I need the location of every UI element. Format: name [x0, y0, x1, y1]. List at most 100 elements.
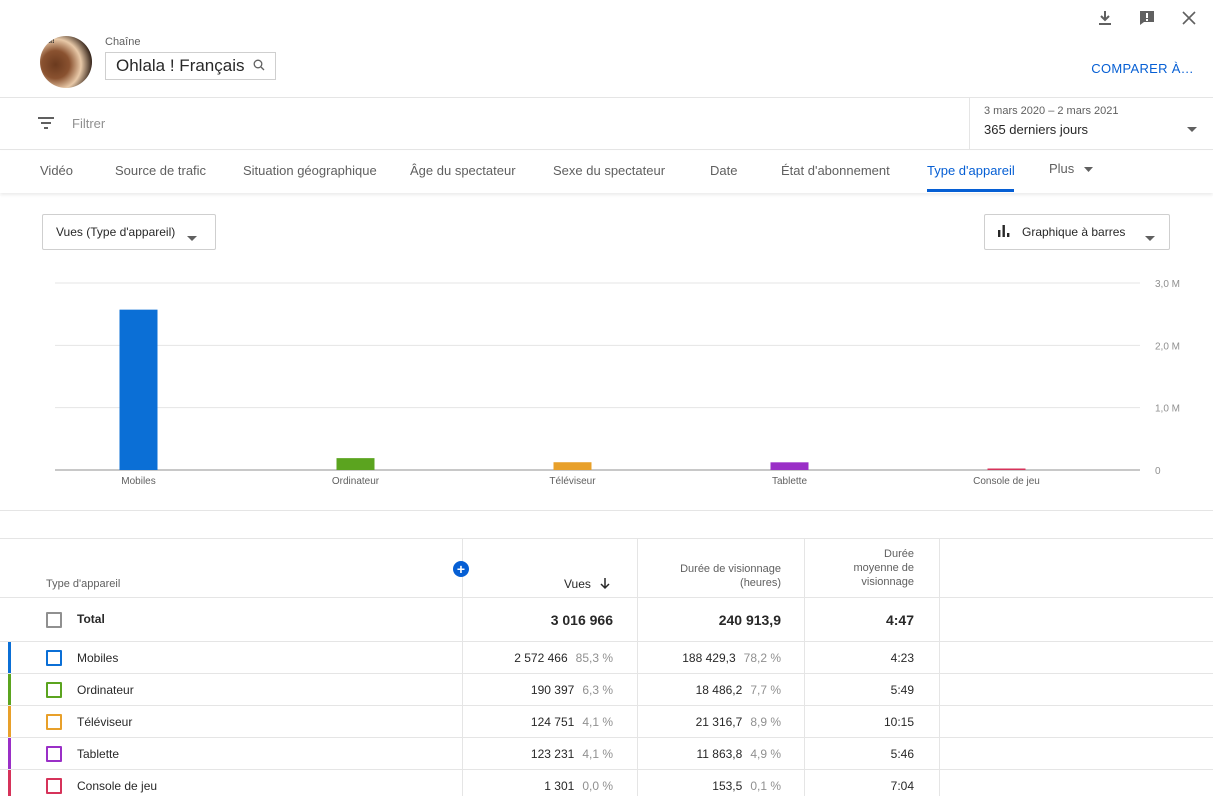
- row-watch-pct: 78,2 %: [743, 651, 781, 665]
- compare-button[interactable]: COMPARER À…: [1091, 61, 1194, 76]
- filter-icon[interactable]: [38, 116, 54, 134]
- caret-down-icon: [187, 230, 197, 244]
- row-avg-watch: 5:49: [890, 683, 914, 697]
- total-avg-watch: 4:47: [885, 612, 914, 628]
- row-checkbox[interactable]: [46, 714, 62, 730]
- search-icon: [253, 56, 265, 76]
- header-avg-line2: moyenne de: [853, 562, 914, 574]
- date-range-picker[interactable]: 3 mars 2020 – 2 mars 2021 365 derniers j…: [969, 98, 1213, 149]
- row-watch-time: 153,5 0,1 %: [712, 779, 781, 793]
- row-views: 124 751 4,1 %: [531, 715, 613, 729]
- table-row: Mobiles 2 572 466 85,3 % 188 429,3 78,2 % 4:2…: [0, 642, 1213, 674]
- divider: [0, 510, 1213, 511]
- tab-bar: Vidéo Source de trafic Situation géograp…: [0, 151, 1213, 193]
- row-device-name: Téléviseur: [77, 715, 133, 729]
- row-checkbox[interactable]: [46, 746, 62, 762]
- row-watch-value: 188 429,3: [682, 651, 736, 665]
- table-row: Ordinateur 190 397 6,3 % 18 486,2 7,7 % 5:49: [0, 674, 1213, 706]
- row-checkbox[interactable]: [46, 778, 62, 794]
- row-watch-pct: 7,7 %: [750, 683, 781, 697]
- tab-geography[interactable]: Situation géographique: [243, 163, 377, 178]
- tab-subscription-status[interactable]: État d'abonnement: [781, 163, 890, 178]
- bar-Console de jeu[interactable]: [987, 468, 1026, 471]
- header-device-type[interactable]: Type d'appareil: [46, 578, 120, 590]
- total-checkbox[interactable]: [46, 612, 62, 628]
- row-device-name: Console de jeu: [77, 779, 158, 793]
- feedback-icon[interactable]: [1137, 8, 1157, 28]
- row-views: 190 397 6,3 %: [531, 683, 613, 697]
- series-color-bar: [8, 770, 11, 796]
- bar-Téléviseur[interactable]: [553, 462, 592, 470]
- row-checkbox[interactable]: [46, 682, 62, 698]
- download-icon[interactable]: [1095, 8, 1115, 28]
- row-views-pct: 4,1 %: [582, 747, 613, 761]
- x-tick-label: Téléviseur: [549, 476, 596, 487]
- row-views: 2 572 466 85,3 %: [514, 651, 613, 665]
- row-views-value: 2 572 466: [514, 651, 568, 665]
- bar-chart-icon: [998, 224, 1012, 240]
- row-views-value: 123 231: [530, 747, 575, 761]
- row-watch-value: 153,5: [712, 779, 743, 793]
- close-icon[interactable]: [1179, 8, 1199, 28]
- table-row: Téléviseur 124 751 4,1 % 21 316,7 8,9 % 10:15: [0, 706, 1213, 738]
- tab-viewer-gender[interactable]: Sexe du spectateur: [553, 163, 665, 178]
- header-watch-time[interactable]: Durée de visionnage (heures): [680, 562, 781, 590]
- tab-traffic-source[interactable]: Source de trafic: [115, 163, 206, 178]
- filter-input[interactable]: Filtrer: [72, 116, 105, 131]
- device-type-bar-chart: 0 1,0 M 2,0 M 3,0 M Mobiles Ordinateur Télévis…: [55, 279, 1180, 487]
- row-views-value: 190 397: [530, 683, 575, 697]
- row-watch-pct: 4,9 %: [750, 747, 781, 761]
- row-checkbox[interactable]: [46, 650, 62, 666]
- header-avg-line3: visionnage: [861, 576, 914, 588]
- bar-Tablette[interactable]: [770, 462, 809, 470]
- tab-device-type[interactable]: Type d'appareil: [927, 163, 1015, 178]
- filter-bar: Filtrer 3 mars 2020 – 2 mars 2021 365 de…: [0, 97, 1213, 150]
- total-watch-time: 240 913,9: [718, 612, 781, 628]
- header-avg-watch-time[interactable]: Durée moyenne de visionnage: [853, 547, 914, 589]
- series-color-bar: [8, 738, 11, 769]
- row-watch-time: 18 486,2 7,7 %: [696, 683, 781, 697]
- avatar: ölll!: [40, 36, 92, 88]
- metric-dropdown[interactable]: Vues (Type d'appareil): [42, 214, 216, 250]
- series-color-bar: [8, 706, 11, 737]
- bar-Mobiles[interactable]: [119, 309, 158, 470]
- row-avg-watch: 7:04: [890, 779, 914, 793]
- header-views[interactable]: Vues: [564, 577, 610, 591]
- channel-header: ölll! Chaîne Ohlala ! Français: [40, 36, 276, 88]
- top-toolbar: [1095, 8, 1199, 28]
- row-device-name: Ordinateur: [77, 683, 134, 697]
- caret-down-icon: [1145, 230, 1155, 244]
- tab-video[interactable]: Vidéo: [40, 163, 73, 178]
- metric-dropdown-label: Vues (Type d'appareil): [56, 225, 176, 239]
- tab-more[interactable]: Plus: [1049, 161, 1093, 176]
- row-device-name: Tablette: [77, 747, 120, 761]
- y-tick-label: 0: [1155, 466, 1161, 477]
- table-row: Console de jeu 1 301 0,0 % 153,5 0,1 % 7:04: [0, 770, 1213, 796]
- table-header: Type d'appareil + Vues Durée de visionna…: [0, 538, 1213, 599]
- tab-viewer-age[interactable]: Âge du spectateur: [410, 163, 516, 178]
- row-views-pct: 6,3 %: [582, 683, 613, 697]
- series-color-bar: [8, 642, 11, 673]
- y-tick-label: 1,0 M: [1155, 404, 1180, 415]
- sort-down-arrow-icon: [600, 578, 610, 590]
- row-watch-time: 21 316,7 8,9 %: [696, 715, 781, 729]
- y-tick-label: 2,0 M: [1155, 341, 1180, 352]
- row-avg-watch: 5:46: [890, 747, 914, 761]
- row-views-value: 1 301: [544, 779, 575, 793]
- table-row-total: Total 3 016 966 240 913,9 4:47: [0, 598, 1213, 642]
- header-watch-time-line1: Durée de visionnage: [680, 563, 781, 575]
- row-watch-time: 188 429,3 78,2 %: [682, 651, 781, 665]
- add-metric-icon[interactable]: +: [453, 561, 469, 577]
- channel-search[interactable]: Ohlala ! Français: [105, 52, 276, 80]
- chart-type-dropdown[interactable]: Graphique à barres: [984, 214, 1170, 250]
- y-tick-label: 3,0 M: [1155, 279, 1180, 290]
- row-avg-watch: 4:23: [890, 651, 914, 665]
- x-tick-label: Ordinateur: [332, 476, 380, 487]
- row-watch-time: 11 863,8 4,9 %: [696, 747, 781, 761]
- x-tick-label: Console de jeu: [973, 476, 1040, 487]
- tab-date[interactable]: Date: [710, 163, 737, 178]
- bar-Ordinateur[interactable]: [336, 458, 375, 470]
- row-avg-watch: 10:15: [883, 715, 914, 729]
- date-range-text: 3 mars 2020 – 2 mars 2021: [984, 105, 1119, 117]
- row-watch-value: 21 316,7: [695, 715, 743, 729]
